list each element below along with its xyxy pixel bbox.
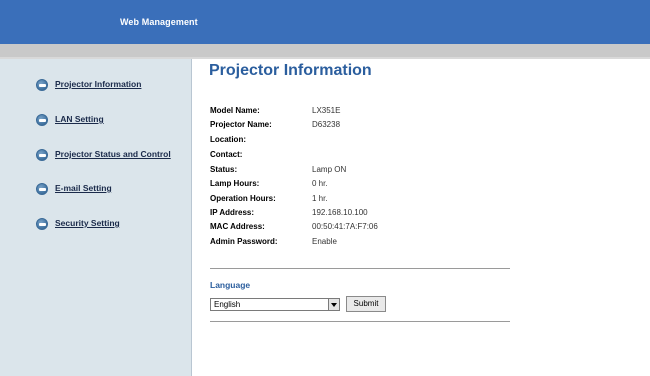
info-value: 00:50:41:7A:F7:06	[312, 222, 378, 231]
submit-button[interactable]: Submit	[346, 296, 386, 312]
arrow-circle-icon	[36, 114, 48, 126]
header-bar: Web Management	[0, 0, 650, 44]
sidebar-item-label[interactable]: LAN Setting	[55, 114, 104, 124]
info-label: MAC Address:	[210, 222, 265, 231]
info-value: D63238	[312, 120, 341, 129]
sidebar-item-label[interactable]: Security Setting	[55, 218, 120, 228]
language-select-value: English	[214, 300, 241, 309]
info-label: IP Address:	[210, 208, 255, 217]
sidebar-item-label[interactable]: Projector Information	[55, 79, 141, 89]
arrow-circle-icon	[36, 149, 48, 161]
info-label: Contact:	[210, 150, 243, 159]
info-value: Enable	[312, 237, 337, 246]
arrow-circle-icon	[36, 79, 48, 91]
info-value: 192.168.10.100	[312, 208, 368, 217]
arrow-circle-icon	[36, 183, 48, 195]
sidebar-item-label[interactable]: E-mail Setting	[55, 183, 112, 193]
page-title: Projector Information	[209, 62, 372, 79]
info-label: Operation Hours:	[210, 194, 276, 203]
info-value: LX351E	[312, 106, 341, 115]
sidebar: Projector Information LAN Setting Projec…	[0, 59, 192, 376]
info-label: Model Name:	[210, 106, 260, 115]
arrow-circle-icon	[36, 218, 48, 230]
info-label: Location:	[210, 135, 246, 144]
header-strip	[0, 44, 650, 57]
info-label: Lamp Hours:	[210, 179, 260, 188]
info-label: Admin Password:	[210, 237, 278, 246]
sidebar-item-label[interactable]: Projector Status and Control	[55, 149, 171, 159]
language-select[interactable]: English	[210, 298, 340, 311]
app-title: Web Management	[120, 17, 198, 27]
info-label: Projector Name:	[210, 120, 272, 129]
info-value: Lamp ON	[312, 165, 347, 174]
chevron-down-icon[interactable]	[328, 299, 339, 310]
section-divider	[210, 321, 510, 322]
section-divider	[210, 268, 510, 269]
info-value: 1 hr.	[312, 194, 328, 203]
info-value: 0 hr.	[312, 179, 328, 188]
language-heading: Language	[210, 280, 251, 290]
info-label: Status:	[210, 165, 238, 174]
